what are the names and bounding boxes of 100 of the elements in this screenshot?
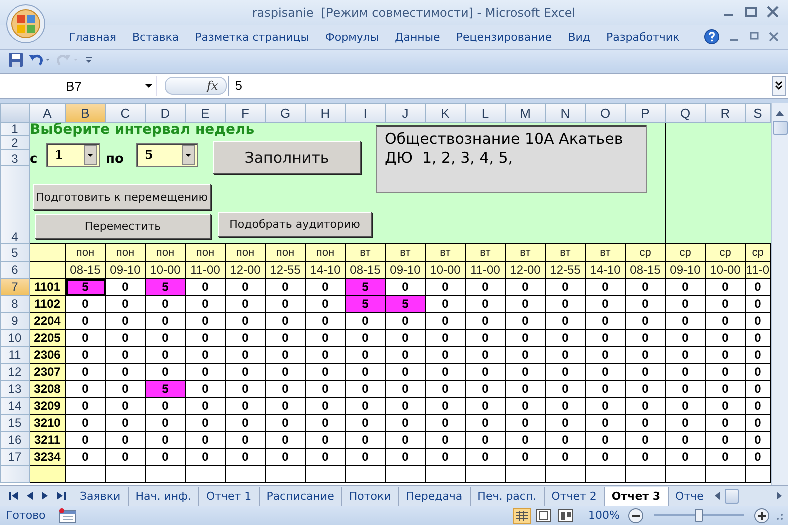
undo-icon[interactable] (28, 52, 52, 68)
maximize-icon[interactable] (744, 6, 758, 18)
column-header[interactable]: F (226, 104, 266, 122)
row-header[interactable]: 10 (0, 330, 30, 346)
row-header[interactable]: 15 (0, 414, 30, 432)
page-layout-icon[interactable] (534, 508, 553, 524)
zoom-out-icon[interactable] (628, 508, 644, 524)
ribbon-tab[interactable]: Вид (561, 30, 598, 44)
ribbon-tab[interactable]: Разработчик (600, 30, 687, 44)
column-header[interactable]: O (586, 104, 626, 122)
last-sheet-icon[interactable] (55, 491, 67, 501)
row-header[interactable]: 8 (0, 296, 30, 312)
table-cell: 5 (146, 278, 186, 296)
prepare-button[interactable]: Подготовить к перемещению (33, 184, 211, 210)
table-cell: 0 (226, 414, 266, 432)
normal-view-icon[interactable] (512, 508, 531, 524)
expand-icon[interactable] (772, 76, 786, 96)
ribbon-tab[interactable]: Разметка страницы (188, 30, 316, 44)
column-header[interactable]: D (146, 104, 186, 122)
column-header[interactable]: S (746, 104, 770, 122)
column-header[interactable]: M (506, 104, 546, 122)
day-header-cell: пон (266, 244, 306, 262)
row-header[interactable]: 6 (0, 262, 30, 278)
table-cell: 0 (106, 346, 146, 364)
move-button[interactable]: Переместить (35, 214, 211, 239)
scroll-right-icon[interactable] (776, 491, 784, 501)
row-header[interactable]: 16 (0, 432, 30, 448)
close-icon[interactable] (766, 6, 780, 18)
column-header[interactable]: C (106, 104, 146, 122)
table-cell: 0 (386, 448, 426, 466)
ribbon-tab[interactable]: Главная (62, 30, 124, 44)
table-cell: 0 (706, 364, 746, 380)
dropdown-icon[interactable] (182, 145, 195, 165)
ribbon-tab[interactable]: Формулы (318, 30, 386, 44)
row-header[interactable]: 3 (0, 150, 30, 166)
column-header[interactable]: K (426, 104, 466, 122)
table-cell: 0 (346, 364, 386, 380)
previous-sheet-icon[interactable] (25, 491, 35, 501)
column-header[interactable]: A (30, 104, 66, 122)
column-header[interactable]: R (706, 104, 746, 122)
column-header[interactable]: B (66, 104, 106, 122)
week-dropdown[interactable]: 1 (46, 143, 100, 167)
row-header[interactable]: 2 (0, 136, 30, 150)
fill-button[interactable]: Заполнить (213, 141, 361, 174)
macro-record-icon[interactable] (58, 508, 78, 524)
table-cell: 0 (666, 432, 706, 448)
row-header[interactable]: 11 (0, 346, 30, 364)
table-cell: 0 (706, 414, 746, 432)
table-cell: 0 (226, 346, 266, 364)
table-cell: 0 (146, 448, 186, 466)
vertical-scrollbar[interactable] (771, 103, 788, 485)
table-cell: 0 (386, 398, 426, 414)
room-cell: 3209 (30, 398, 66, 414)
dropdown-icon[interactable] (144, 82, 154, 90)
row-header[interactable]: 7 (0, 278, 30, 296)
column-header[interactable]: G (266, 104, 306, 122)
table-cell: 0 (186, 346, 226, 364)
zoom-in-icon[interactable] (754, 508, 770, 524)
help-icon[interactable] (704, 29, 720, 45)
row-header[interactable]: 4 (0, 166, 30, 244)
slider-thumb[interactable] (695, 509, 703, 522)
table-cell: 0 (466, 448, 506, 466)
column-header[interactable]: J (386, 104, 426, 122)
insert-function-button[interactable]: fx (207, 79, 218, 93)
table-cell: 0 (666, 448, 706, 466)
name-box[interactable]: B7 (4, 76, 157, 96)
row-header[interactable]: 14 (0, 398, 30, 414)
column-header[interactable]: E (186, 104, 226, 122)
column-header[interactable]: L (466, 104, 506, 122)
scroll-up-icon[interactable] (775, 109, 785, 117)
next-sheet-icon[interactable] (40, 491, 50, 501)
ribbon-tab[interactable]: Данные (388, 30, 448, 44)
column-header[interactable]: N (546, 104, 586, 122)
sheet-tab[interactable]: Отчет 3 (604, 486, 669, 506)
row-header[interactable]: 12 (0, 364, 30, 380)
time-header-cell: 14-10 (586, 262, 626, 278)
column-header[interactable]: P (626, 104, 666, 122)
restore-icon[interactable] (748, 31, 760, 43)
page-break-icon[interactable] (556, 508, 575, 524)
table-cell: 0 (306, 312, 346, 330)
column-header[interactable]: I (346, 104, 386, 122)
column-header[interactable]: Q (666, 104, 706, 122)
row-header[interactable]: 5 (0, 244, 30, 262)
ribbon-tab[interactable]: Рецензирование (449, 30, 560, 44)
row-header[interactable]: 9 (0, 312, 30, 330)
dropdown-icon[interactable] (84, 145, 97, 165)
close-icon[interactable] (768, 31, 780, 43)
pick-room-button[interactable]: Подобрать аудиторию (218, 212, 372, 237)
row-header[interactable]: 17 (0, 448, 30, 466)
week-dropdown[interactable]: 5 (136, 143, 198, 167)
row-header[interactable]: 1 (0, 122, 30, 136)
table-cell: 0 (306, 448, 346, 466)
row-header[interactable]: 13 (0, 380, 30, 398)
first-sheet-icon[interactable] (8, 491, 20, 501)
ribbon-tab[interactable]: Вставка (126, 30, 186, 44)
scroll-thumb[interactable] (725, 488, 739, 504)
scroll-thumb[interactable] (772, 121, 788, 135)
column-header[interactable]: H (306, 104, 346, 122)
scroll-left-icon[interactable] (713, 491, 721, 501)
save-icon[interactable] (8, 52, 24, 68)
